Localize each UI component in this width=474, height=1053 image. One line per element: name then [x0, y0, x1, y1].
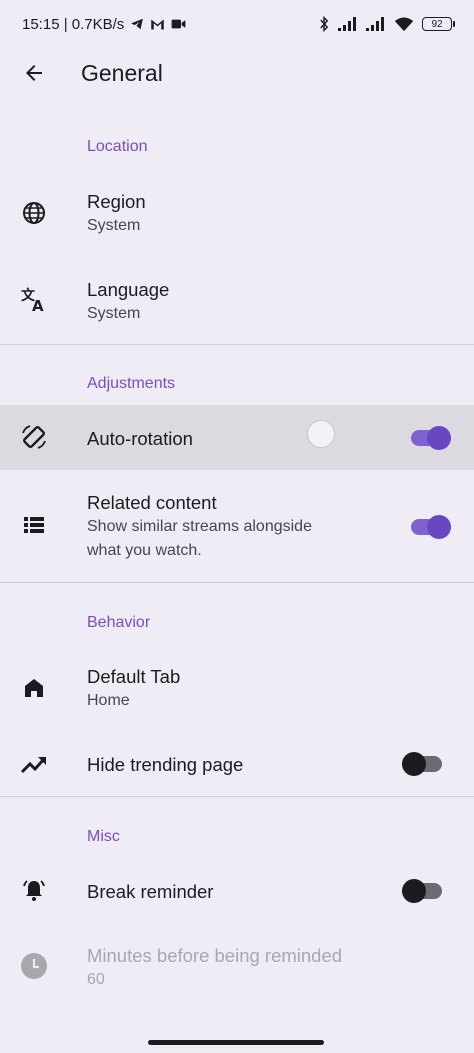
break-reminder-switch[interactable] [402, 879, 442, 903]
svg-text:A: A [32, 297, 44, 314]
section-header-behavior: Behavior [87, 614, 151, 631]
telegram-icon [130, 17, 144, 31]
trending-icon [20, 750, 48, 778]
setting-summary: 60 [87, 971, 105, 988]
divider [0, 582, 474, 583]
section-header-adjustments: Adjustments [87, 375, 176, 392]
setting-break-reminder[interactable]: Break reminder [0, 862, 474, 920]
back-arrow-icon[interactable] [20, 59, 48, 87]
home-icon [20, 674, 48, 702]
setting-title: Related content [87, 492, 217, 513]
setting-language[interactable]: 文 A Language System [0, 266, 474, 338]
setting-title: Default Tab [87, 666, 181, 687]
battery-level: 92 [431, 18, 443, 30]
setting-title: Region [87, 191, 146, 212]
setting-summary-line1: Show similar streams alongside [87, 518, 312, 535]
clock-icon [20, 952, 48, 980]
setting-summary: System [87, 305, 141, 322]
divider [0, 796, 474, 797]
switch-thumb [427, 426, 451, 450]
setting-title: Break reminder [87, 881, 214, 902]
setting-minutes-before-reminded[interactable]: Minutes before being reminded 60 [0, 932, 474, 1004]
app-bar: General [0, 48, 474, 96]
screen-rotation-icon [20, 423, 48, 451]
signal-icon-2 [366, 17, 386, 31]
list-icon [20, 511, 48, 539]
hide-trending-switch[interactable] [402, 752, 442, 776]
auto-rotation-switch[interactable] [411, 426, 451, 450]
status-bar: 15:15 | 0.7KB/s 92 [0, 0, 474, 48]
page-title: General [81, 60, 163, 86]
switch-thumb [402, 752, 426, 776]
globe-icon [20, 199, 48, 227]
section-header-misc: Misc [87, 828, 120, 845]
status-time-speed: 15:15 | 0.7KB/s [22, 15, 125, 33]
setting-hide-trending[interactable]: Hide trending page [0, 735, 474, 793]
translate-icon: 文 A [20, 286, 48, 314]
signal-icon-1 [338, 17, 358, 31]
bluetooth-icon [318, 16, 330, 32]
setting-auto-rotation[interactable]: Auto-rotation [0, 405, 474, 470]
setting-title: Auto-rotation [87, 428, 193, 449]
video-camera-icon [171, 18, 186, 30]
related-content-switch[interactable] [411, 515, 451, 539]
section-header-location: Location [87, 138, 148, 155]
setting-region[interactable]: Region System [0, 178, 474, 250]
gmail-icon [150, 18, 165, 31]
divider [0, 344, 474, 345]
switch-thumb [427, 515, 451, 539]
alarm-bell-icon [20, 876, 48, 904]
gesture-nav-bar[interactable] [148, 1040, 324, 1045]
setting-title: Hide trending page [87, 754, 244, 775]
setting-summary-line2: what you watch. [87, 542, 202, 559]
setting-default-tab[interactable]: Default Tab Home [0, 653, 474, 725]
switch-thumb [402, 879, 426, 903]
battery-icon: 92 [422, 17, 455, 31]
setting-summary: Home [87, 692, 130, 709]
setting-title: Language [87, 279, 170, 300]
setting-summary: System [87, 217, 141, 234]
setting-related-content[interactable]: Related content Show similar streams alo… [0, 478, 474, 576]
wifi-icon [394, 17, 414, 32]
setting-title: Minutes before being reminded [87, 945, 343, 966]
